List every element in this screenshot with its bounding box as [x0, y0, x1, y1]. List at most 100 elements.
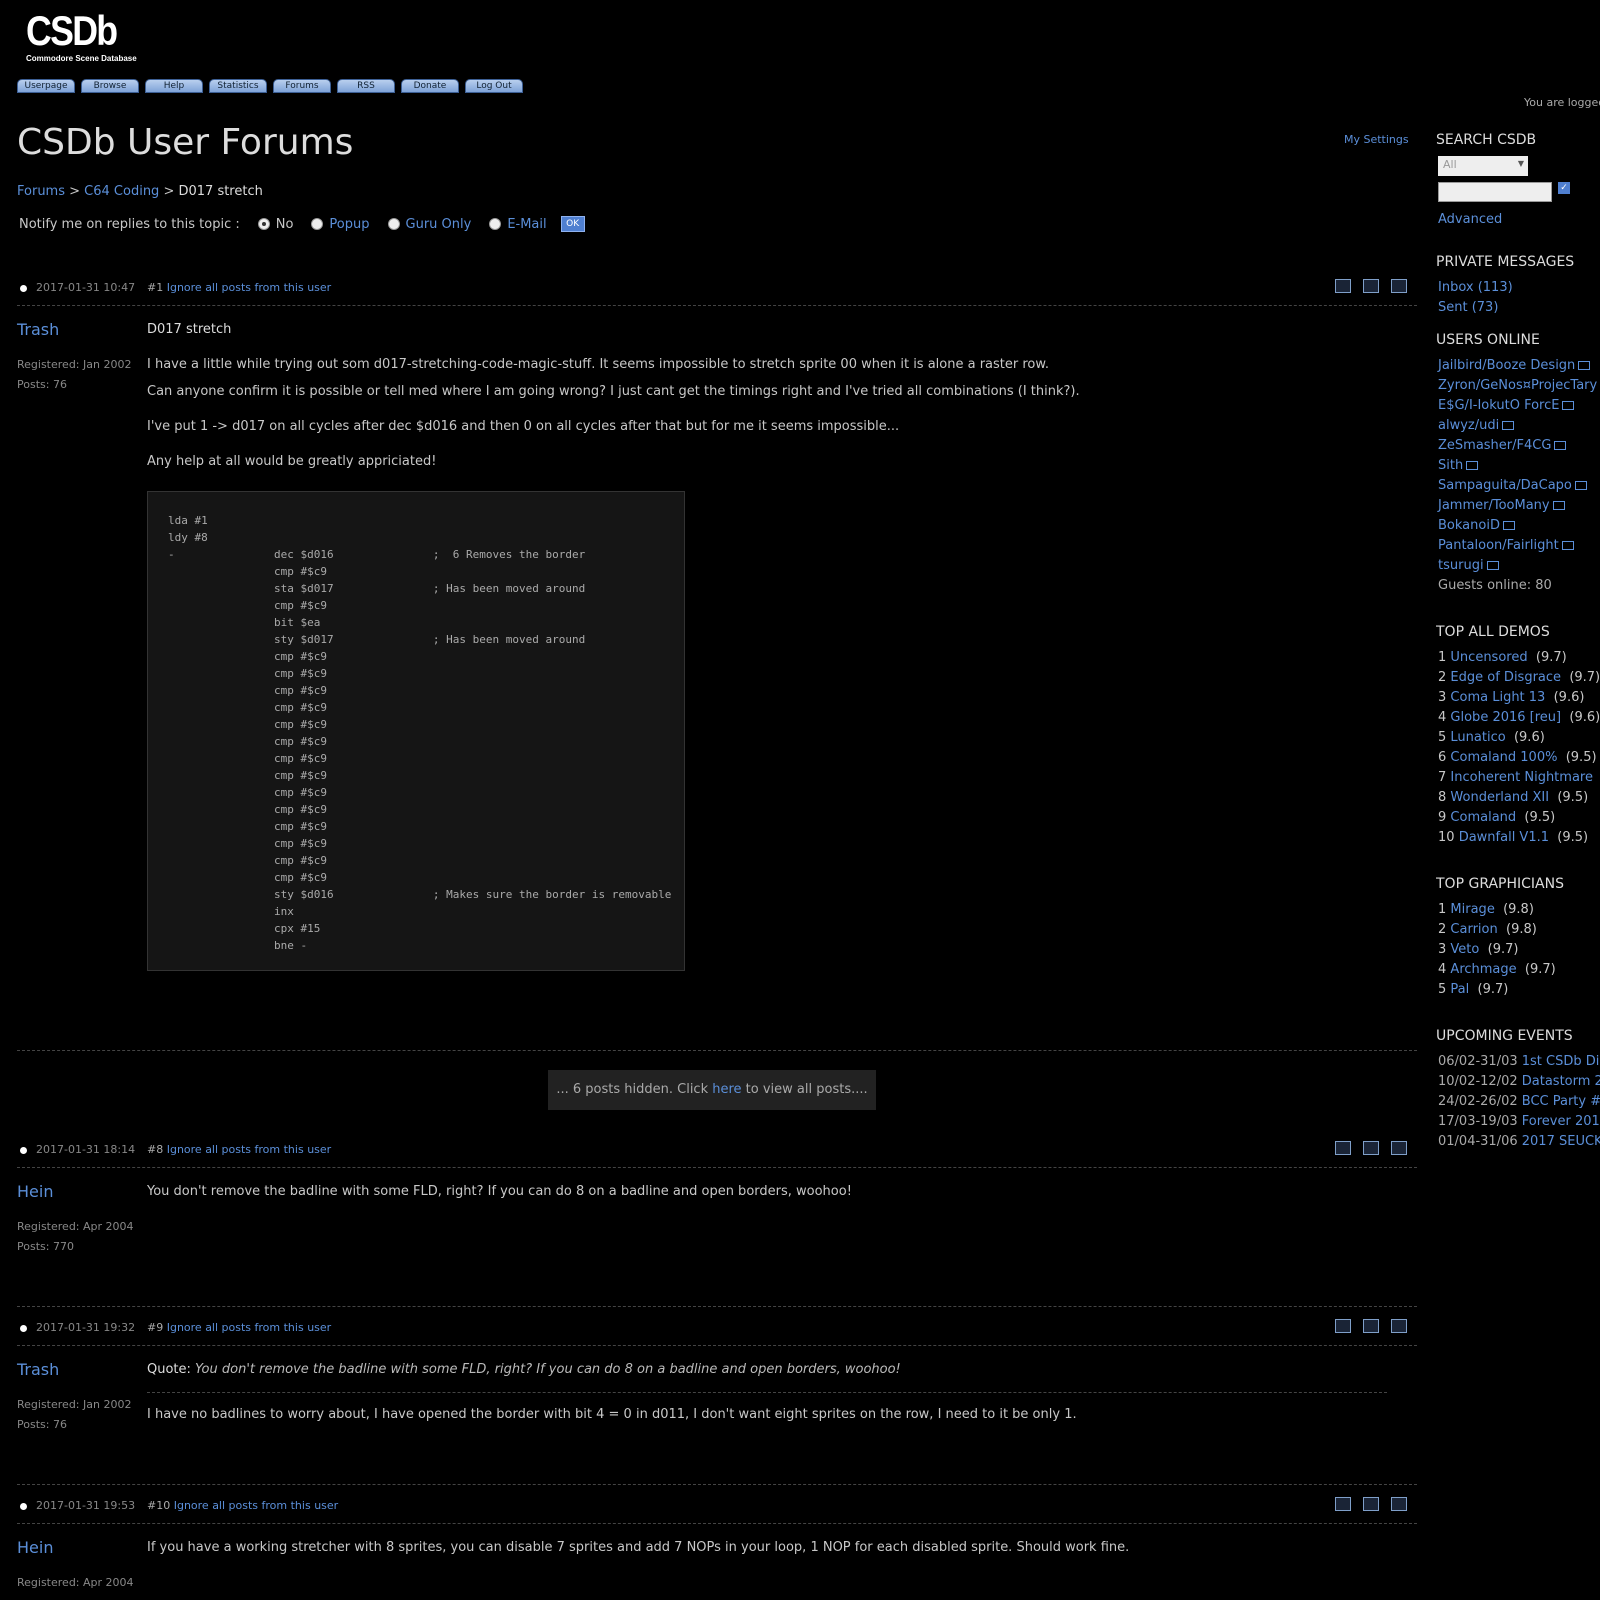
- post-paragraph: Can anyone confirm it is possible or tel…: [147, 384, 1080, 399]
- pm-icon[interactable]: [1502, 421, 1515, 430]
- author-info: Registered: Apr 2004 Posts: 770: [17, 1217, 134, 1257]
- post-author[interactable]: Trash: [17, 1360, 59, 1379]
- logged-in-status: You are logged: [1524, 96, 1600, 109]
- logo-subtitle: Commodore Scene Database: [26, 54, 137, 63]
- nav-help[interactable]: Help: [145, 79, 203, 93]
- notify-option-no: No: [275, 216, 294, 232]
- edit-icon[interactable]: [1391, 1497, 1407, 1511]
- list-item: 24/02-26/02 BCC Party #11: [1438, 1094, 1600, 1109]
- view-all-posts-link[interactable]: here: [712, 1082, 741, 1097]
- pm-icon[interactable]: [1554, 441, 1567, 450]
- edit-icon[interactable]: [1391, 1141, 1407, 1155]
- nav-browse[interactable]: Browse: [81, 79, 139, 93]
- breadcrumb-forums[interactable]: Forums: [17, 184, 65, 199]
- post-body: You don't remove the badline with some F…: [147, 1183, 1387, 1218]
- quote-icon[interactable]: [1363, 1319, 1379, 1333]
- list-item: 2 Carrion (9.8): [1438, 922, 1537, 937]
- notify-option-popup[interactable]: Popup: [329, 217, 369, 232]
- search-category-select[interactable]: All: [1438, 156, 1528, 176]
- author-registered: Registered: Apr 2004: [17, 1576, 134, 1589]
- edit-icon[interactable]: [1391, 279, 1407, 293]
- author-posts: Posts: 76: [17, 1418, 67, 1431]
- post-text: I have no badlines to worry about, I hav…: [147, 1407, 1077, 1422]
- ignore-user-link[interactable]: Ignore all posts from this user: [167, 281, 331, 294]
- ignore-user-link[interactable]: Ignore all posts from this user: [167, 1143, 331, 1156]
- pm-icon[interactable]: [1561, 541, 1574, 550]
- csdb-logo[interactable]: CSDb Commodore Scene Database: [26, 10, 137, 64]
- post-number: #1 Ignore all posts from this user: [147, 281, 332, 294]
- pm-icon[interactable]: [1466, 461, 1479, 470]
- post-number: #8 Ignore all posts from this user: [147, 1143, 332, 1156]
- post-author[interactable]: Hein: [17, 1538, 53, 1557]
- notify-radio-popup[interactable]: [311, 218, 324, 230]
- post-paragraph: Any help at all would be greatly apprici…: [147, 454, 437, 469]
- quote-icon[interactable]: [1363, 1497, 1379, 1511]
- ignore-user-link[interactable]: Ignore all posts from this user: [167, 1321, 331, 1334]
- breadcrumb-current: D017 stretch: [178, 184, 263, 199]
- pm-title: PRIVATE MESSAGES: [1436, 254, 1575, 270]
- nav-donate[interactable]: Donate: [401, 79, 459, 93]
- post-date: 2017-01-31 19:53: [36, 1499, 136, 1512]
- guests-online: Guests online: 80: [1438, 578, 1552, 593]
- notify-radio-no[interactable]: [257, 218, 270, 230]
- search-go-icon[interactable]: ✓: [1558, 182, 1570, 194]
- my-settings-link[interactable]: My Settings: [1344, 133, 1409, 146]
- list-item: 8 Wonderland XII (9.5): [1438, 790, 1589, 805]
- quote-icon[interactable]: [1363, 279, 1379, 293]
- notify-radio-guru[interactable]: [387, 218, 400, 230]
- author-info: Registered: Jan 2002 Posts: 76: [17, 1395, 131, 1435]
- quote-icon[interactable]: [1363, 1141, 1379, 1155]
- notify-option-guru[interactable]: Guru Only: [406, 217, 472, 232]
- post-author[interactable]: Hein: [17, 1182, 53, 1201]
- hidden-posts-notice: ... 6 posts hidden. Click here to view a…: [548, 1070, 876, 1110]
- message-icon[interactable]: [1335, 1319, 1351, 1333]
- post-separator: [17, 1050, 1417, 1051]
- search-title: SEARCH CSDB: [1436, 132, 1537, 148]
- advanced-search-link[interactable]: Advanced: [1438, 212, 1502, 227]
- search-input[interactable]: [1438, 182, 1552, 202]
- list-item: 9 Comaland (9.5): [1438, 810, 1556, 825]
- post-quote: Quote: You don't remove the badline with…: [147, 1362, 901, 1377]
- nav-userpage[interactable]: Userpage: [17, 79, 75, 93]
- pm-icon[interactable]: [1574, 481, 1587, 490]
- post-header: 2017-01-31 18:14 #8 Ignore all posts fro…: [17, 1137, 1417, 1168]
- sidebar: SEARCH CSDB All ✓ Advanced PRIVATE MESSA…: [1436, 132, 1600, 1152]
- notify-options: Notify me on replies to this topic : No …: [19, 216, 585, 232]
- message-icon[interactable]: [1335, 1141, 1351, 1155]
- top-demos-list: 1 Uncensored (9.7) 2 Edge of Disgrace (9…: [1438, 648, 1600, 848]
- message-icon[interactable]: [1335, 279, 1351, 293]
- nav-logout[interactable]: Log Out: [465, 79, 523, 93]
- notify-radio-email[interactable]: [489, 218, 502, 230]
- nav-forums[interactable]: Forums: [273, 79, 331, 93]
- nav-rss[interactable]: RSS: [337, 79, 395, 93]
- inbox-link[interactable]: Inbox (113): [1438, 280, 1513, 295]
- notify-ok-button[interactable]: OK: [560, 216, 585, 232]
- list-item: 2 Edge of Disgrace (9.7): [1438, 670, 1600, 685]
- post-actions: [1335, 1141, 1407, 1155]
- breadcrumb-c64-coding[interactable]: C64 Coding: [84, 184, 159, 199]
- pm-icon[interactable]: [1486, 561, 1499, 570]
- top-demos-title: TOP ALL DEMOS: [1436, 624, 1550, 640]
- edit-icon[interactable]: [1391, 1319, 1407, 1333]
- pm-icon[interactable]: [1562, 401, 1575, 410]
- sent-link[interactable]: Sent (73): [1438, 300, 1498, 315]
- post-dot-icon: [20, 285, 27, 292]
- post-separator: [17, 1484, 1417, 1485]
- pm-icon[interactable]: [1552, 501, 1565, 510]
- nav-statistics[interactable]: Statistics: [209, 79, 267, 93]
- list-item: 4 Globe 2016 [reu] (9.6): [1438, 710, 1600, 725]
- post-author[interactable]: Trash: [17, 320, 59, 339]
- author-posts: Posts: 76: [17, 378, 67, 391]
- top-graphicians-title: TOP GRAPHICIANS: [1436, 876, 1564, 892]
- message-icon[interactable]: [1335, 1497, 1351, 1511]
- online-user: Pantaloon/Fairlight: [1438, 536, 1600, 556]
- online-user: ZeSmasher/F4CG: [1438, 436, 1600, 456]
- ignore-user-link[interactable]: Ignore all posts from this user: [174, 1499, 338, 1512]
- pm-icon[interactable]: [1502, 521, 1515, 530]
- post-paragraph: I have a little while trying out som d01…: [147, 357, 1049, 372]
- notify-option-email[interactable]: E-Mail: [507, 217, 546, 232]
- post-body: If you have a working stretcher with 8 s…: [147, 1539, 1387, 1574]
- pm-icon[interactable]: [1578, 361, 1591, 370]
- post-dot-icon: [20, 1325, 27, 1332]
- post-body: Quote: You don't remove the badline with…: [147, 1361, 1387, 1441]
